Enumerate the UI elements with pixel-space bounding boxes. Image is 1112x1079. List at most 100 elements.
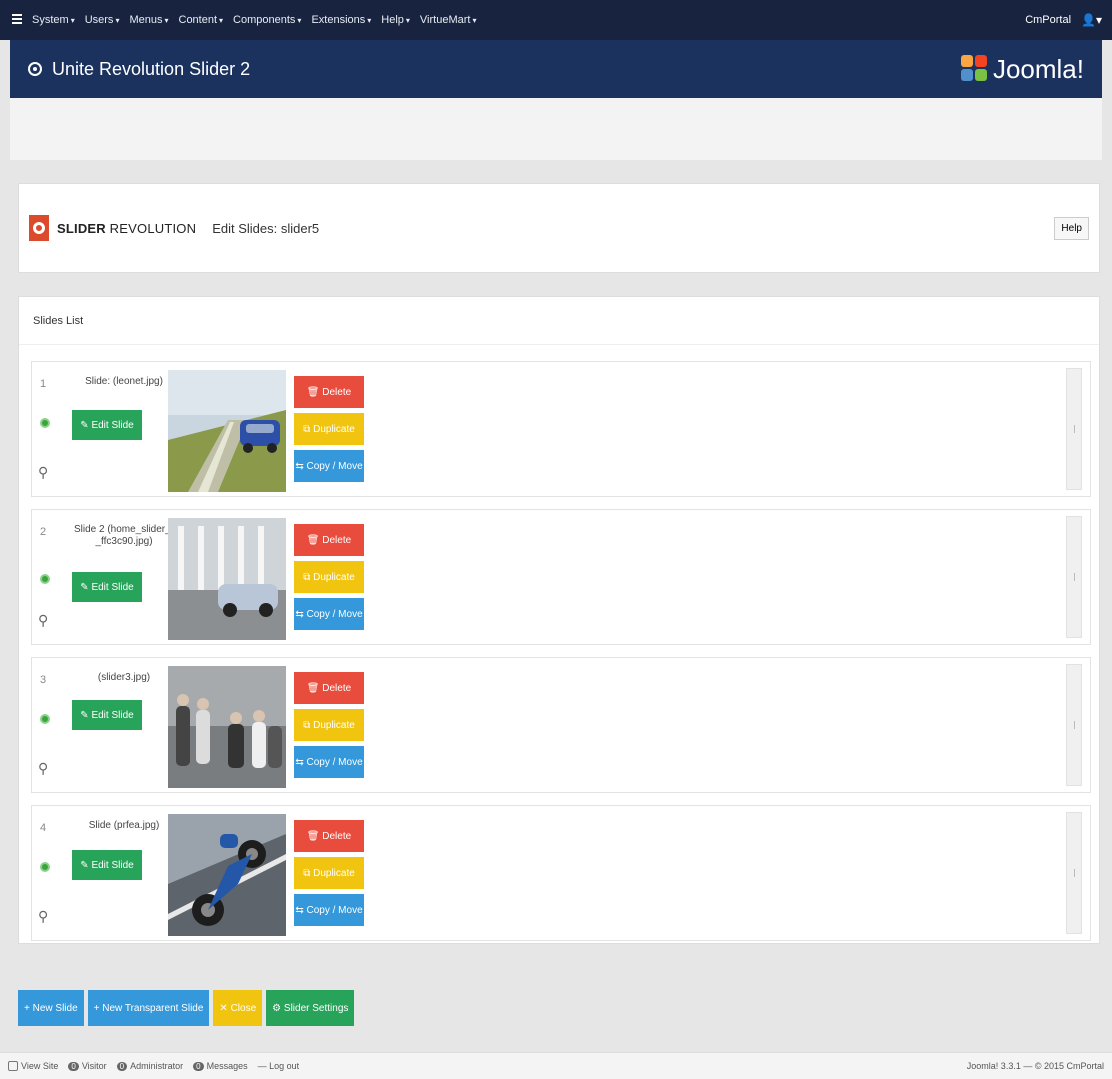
edit-slides-title: Edit Slides: slider5 — [212, 220, 320, 236]
slide-thumbnail[interactable] — [168, 666, 286, 788]
people-group-image — [168, 666, 286, 788]
close-button[interactable]: ✕ Close — [213, 990, 263, 1026]
bottom-toolbar: + New Slide + New Transparent Slide ✕ Cl… — [18, 990, 355, 1026]
slide-actions: 🗑 Delete ⧉ Duplicate ⇆ Copy / Move — [294, 820, 364, 931]
messages-link[interactable]: 0 Messages — [193, 1061, 248, 1071]
slide-actions: 🗑 Delete ⧉ Duplicate ⇆ Copy / Move — [294, 376, 364, 487]
preview-magnifier-icon[interactable]: ⚲ — [38, 760, 48, 777]
slide-thumbnail[interactable] — [168, 518, 286, 640]
slide-row: 3 ⚲ (slider3.jpg) ✎ Edit Slide 🗑 Delete … — [31, 657, 1091, 793]
slides-list-panel: Slides List 1 ⚲ Slide: (leonet.jpg) ✎ Ed… — [18, 296, 1100, 944]
joomla-brand: Joomla! — [992, 53, 1084, 84]
edit-slide-button[interactable]: ✎ Edit Slide — [72, 572, 142, 602]
slide-name: Slide 2 (home_slider_-_ffc3c90.jpg) — [73, 524, 175, 547]
slider-settings-button[interactable]: ⚙ Slider Settings — [266, 990, 355, 1026]
menu-label: Help — [381, 14, 404, 26]
caret-down-icon: ▾ — [297, 16, 302, 25]
view-site-label: View Site — [21, 1061, 59, 1071]
caret-down-icon: ▾ — [115, 16, 120, 25]
logo-bold-text: SLIDER — [57, 220, 106, 236]
joomla-logo: Joomla! — [960, 53, 1084, 85]
slider-component-icon — [28, 62, 42, 76]
delete-slide-button[interactable]: 🗑 Delete — [294, 376, 364, 408]
drag-handle[interactable] — [1066, 368, 1082, 490]
menu-users[interactable]: Users ▾ — [85, 14, 120, 26]
menu-help[interactable]: Help ▾ — [381, 14, 410, 26]
slide-thumbnail[interactable] — [168, 370, 286, 492]
menu-label: Content — [178, 14, 218, 26]
toolbar-area — [10, 98, 1102, 160]
caret-down-icon: ▾ — [472, 16, 477, 25]
menu-extensions[interactable]: Extensions ▾ — [311, 14, 371, 26]
joomla-menu-icon[interactable] — [10, 13, 24, 27]
delete-slide-button[interactable]: 🗑 Delete — [294, 524, 364, 556]
duplicate-slide-button[interactable]: ⧉ Duplicate — [294, 857, 364, 889]
delete-slide-button[interactable]: 🗑 Delete — [294, 672, 364, 704]
copy-move-slide-button[interactable]: ⇆ Copy / Move — [294, 450, 364, 482]
delete-slide-button[interactable]: 🗑 Delete — [294, 820, 364, 852]
menu-menus[interactable]: Menus ▾ — [129, 14, 168, 26]
car-road-image — [168, 370, 286, 492]
slide-number: 1 — [40, 378, 47, 390]
joomla-logo-icon — [960, 55, 989, 83]
drag-handle[interactable] — [1066, 516, 1082, 638]
car-building-image — [168, 518, 286, 640]
logout-link[interactable]: — Log out — [258, 1061, 300, 1071]
slide-actions: 🗑 Delete ⧉ Duplicate ⇆ Copy / Move — [294, 672, 364, 783]
caret-down-icon: ▾ — [367, 16, 372, 25]
navbar-right: CmPortal 👤▾ — [1025, 13, 1102, 27]
drag-handle[interactable] — [1066, 812, 1082, 934]
new-slide-button[interactable]: + New Slide — [18, 990, 84, 1026]
preview-magnifier-icon[interactable]: ⚲ — [38, 908, 48, 925]
menu-label: VirtueMart — [419, 14, 471, 26]
slide-thumbnail[interactable] — [168, 814, 286, 936]
visitors-link[interactable]: 0 Visitor — [68, 1061, 107, 1071]
admins-label: Administrator — [130, 1061, 184, 1071]
published-icon[interactable] — [40, 862, 50, 872]
user-icon[interactable]: 👤▾ — [1081, 13, 1102, 27]
help-button[interactable]: Help — [1054, 216, 1089, 240]
caret-down-icon: ▾ — [70, 16, 75, 25]
menu-virtuemart[interactable]: VirtueMart ▾ — [420, 14, 477, 26]
slide-row: 1 ⚲ Slide: (leonet.jpg) ✎ Edit Slide 🗑 D… — [31, 361, 1091, 497]
duplicate-slide-button[interactable]: ⧉ Duplicate — [294, 561, 364, 593]
slider-revolution-logo-icon — [29, 215, 49, 241]
slides-list-heading: Slides List — [19, 297, 1099, 345]
duplicate-slide-button[interactable]: ⧉ Duplicate — [294, 413, 364, 445]
menu-content[interactable]: Content ▾ — [179, 14, 224, 26]
published-icon[interactable] — [40, 714, 50, 724]
menu-label: Components — [233, 14, 296, 26]
slide-number: 4 — [40, 822, 47, 834]
external-link-icon — [8, 1061, 18, 1071]
preview-magnifier-icon[interactable]: ⚲ — [38, 612, 48, 629]
status-bar: View Site 0 Visitor 0 Administrator 0 Messa… — [0, 1052, 1112, 1079]
slide-actions: 🗑 Delete ⧉ Duplicate ⇆ Copy / Move — [294, 524, 364, 635]
copy-move-slide-button[interactable]: ⇆ Copy / Move — [294, 894, 364, 926]
edit-slide-button[interactable]: ✎ Edit Slide — [72, 850, 142, 880]
preview-magnifier-icon[interactable]: ⚲ — [38, 464, 48, 481]
edit-slide-button[interactable]: ✎ Edit Slide — [72, 700, 142, 730]
copy-move-slide-button[interactable]: ⇆ Copy / Move — [294, 746, 364, 778]
edit-slide-button[interactable]: ✎ Edit Slide — [72, 410, 142, 440]
duplicate-slide-button[interactable]: ⧉ Duplicate — [294, 709, 364, 741]
drag-handle[interactable] — [1066, 664, 1082, 786]
slider-revolution-header: SLIDER REVOLUTION Edit Slides: slider5 H… — [18, 183, 1100, 273]
menu-components[interactable]: Components ▾ — [233, 14, 301, 26]
view-site-link[interactable]: View Site — [8, 1061, 58, 1071]
menu-label: Extensions — [311, 14, 366, 26]
page-title: Unite Revolution Slider 2 — [52, 58, 251, 79]
copyright-text: Joomla! 3.3.1 — © 2015 CmPortal — [966, 1061, 1104, 1071]
published-icon[interactable] — [40, 418, 50, 428]
caret-down-icon: ▾ — [219, 16, 224, 25]
copy-move-slide-button[interactable]: ⇆ Copy / Move — [294, 598, 364, 630]
published-icon[interactable] — [40, 574, 50, 584]
site-name-link[interactable]: CmPortal — [1025, 14, 1071, 26]
admins-count: 0 — [116, 1061, 128, 1071]
menu-system[interactable]: System ▾ — [32, 14, 75, 26]
main-menu: System ▾ Users ▾ Menus ▾ Content ▾ Component… — [32, 14, 476, 26]
slide-row: 2 ⚲ Slide 2 (home_slider_-_ffc3c90.jpg) … — [31, 509, 1091, 645]
new-transparent-slide-button[interactable]: + New Transparent Slide — [87, 990, 210, 1026]
slide-number: 2 — [40, 526, 47, 538]
component-titlebar: Unite Revolution Slider 2 Joomla! — [10, 40, 1102, 98]
administrators-link[interactable]: 0 Administrator — [116, 1061, 184, 1071]
